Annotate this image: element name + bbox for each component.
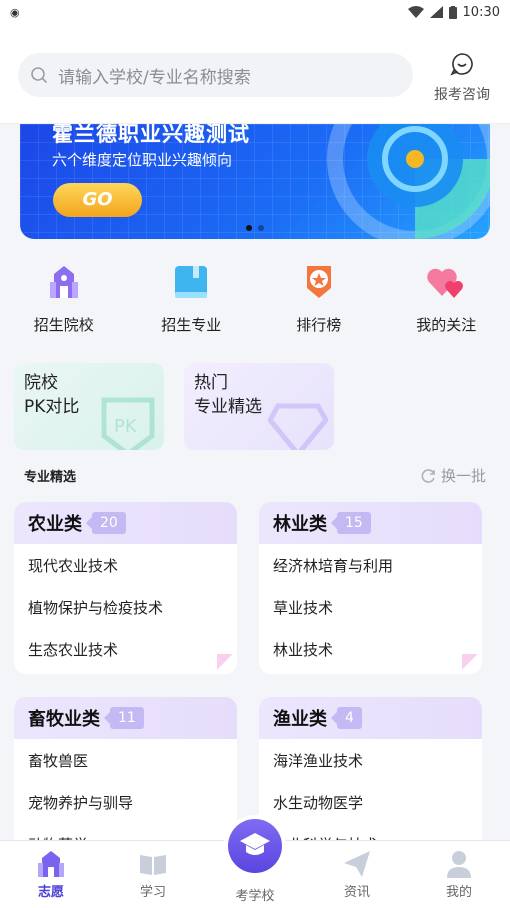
tab-label: 资讯: [343, 885, 370, 900]
banner-subtitle: 六个维度定位职业兴趣倾向: [52, 151, 233, 169]
banner-title: 霍兰德职业兴趣测试: [52, 124, 250, 146]
major-item[interactable]: 林业技术: [273, 636, 468, 674]
category-header: 农业类 20: [14, 502, 237, 544]
consult-button[interactable]: 报考咨询: [430, 52, 494, 104]
bottom-tab-bar: 志愿 学习 考学校 资讯 我的: [0, 819, 510, 908]
consult-label: 报考咨询: [434, 87, 490, 103]
major-item[interactable]: 海洋渔业技术: [273, 747, 468, 789]
banner-go-button[interactable]: GO: [53, 183, 142, 217]
tab-label: 我的: [445, 885, 472, 900]
refresh-icon: [421, 468, 435, 483]
quick-label: 我的关注: [416, 316, 477, 334]
corner-decoration: [462, 654, 478, 670]
top-bar: 请输入学校/专业名称搜索 报考咨询: [0, 24, 510, 124]
category-name: 渔业类: [273, 709, 327, 730]
pk-shield-icon: PK: [101, 397, 155, 450]
category-card[interactable]: 林业类 15 经济林培育与利用 草业技术 林业技术: [259, 502, 482, 674]
school-building-icon: [38, 851, 64, 877]
status-time: 10:30: [462, 4, 500, 20]
signal-icon: [429, 6, 443, 18]
page-dot-active[interactable]: [246, 225, 252, 231]
svg-text:PK: PK: [114, 416, 138, 437]
tab-study[interactable]: 学习: [102, 841, 204, 908]
major-item[interactable]: 水生动物医学: [273, 789, 468, 831]
category-count-badge: 20: [86, 512, 126, 534]
category-name: 农业类: [28, 514, 82, 535]
major-item[interactable]: 宠物养护与驯导: [28, 789, 223, 831]
tab-mine[interactable]: 我的: [408, 841, 510, 908]
school-icon: [49, 266, 78, 298]
tab-exam-school[interactable]: 考学校: [204, 819, 306, 908]
category-card[interactable]: 农业类 20 现代农业技术 植物保护与检疫技术 生态农业技术: [14, 502, 237, 674]
corner-decoration: [217, 654, 233, 670]
quick-nav: 招生院校 招生专业 排行榜 我的关注: [0, 262, 510, 344]
quick-item-schools[interactable]: 招生院校: [0, 262, 128, 344]
card-line1: 热门: [194, 373, 228, 393]
quick-label: 招生专业: [161, 316, 222, 334]
battery-icon: [448, 5, 457, 19]
major-item[interactable]: 植物保护与检疫技术: [28, 594, 223, 636]
hearts-icon: [427, 268, 464, 298]
category-count-badge: 11: [104, 707, 144, 729]
category-count-badge: 15: [331, 512, 371, 534]
diamond-icon: [268, 403, 328, 450]
ranking-medal-icon: [306, 266, 331, 298]
banner-pagination: [20, 225, 490, 231]
promo-banner[interactable]: 霍兰德职业兴趣测试 六个维度定位职业兴趣倾向 GO: [20, 124, 490, 239]
user-icon: [447, 851, 471, 878]
card-line1: 院校: [24, 373, 58, 393]
quick-item-follow[interactable]: 我的关注: [383, 262, 510, 344]
tab-volunteer[interactable]: 志愿: [0, 841, 102, 908]
app-notification-icon: ◉: [10, 5, 20, 19]
school-pk-card[interactable]: 院校 PK对比 PK: [14, 363, 164, 450]
category-header: 畜牧业类 11: [14, 697, 237, 739]
search-placeholder: 请输入学校/专业名称搜索: [58, 67, 251, 88]
page-dot[interactable]: [258, 225, 264, 231]
major-item[interactable]: 现代农业技术: [28, 552, 223, 594]
category-header: 林业类 15: [259, 502, 482, 544]
chat-bubble-icon: [450, 53, 473, 76]
tab-label: 学习: [139, 885, 166, 900]
center-tab-button[interactable]: [228, 819, 282, 873]
quick-item-majors[interactable]: 招生专业: [128, 262, 256, 344]
paper-plane-icon: [344, 851, 370, 877]
category-name: 畜牧业类: [28, 709, 100, 730]
quick-label: 招生院校: [33, 316, 94, 334]
refresh-label: 换一批: [440, 467, 486, 485]
tab-label: 考学校: [235, 889, 275, 904]
quick-item-ranking[interactable]: 排行榜: [255, 262, 383, 344]
tab-news[interactable]: 资讯: [306, 841, 408, 908]
search-icon: [31, 67, 48, 84]
wifi-icon: [407, 6, 424, 18]
tab-label: 志愿: [37, 885, 64, 900]
hot-majors-card[interactable]: 热门 专业精选: [184, 363, 334, 450]
search-input[interactable]: 请输入学校/专业名称搜索: [18, 53, 413, 97]
category-header: 渔业类 4: [259, 697, 482, 739]
major-item[interactable]: 畜牧兽医: [28, 747, 223, 789]
major-item[interactable]: 经济林培育与利用: [273, 552, 468, 594]
quick-label: 排行榜: [296, 316, 342, 334]
category-name: 林业类: [273, 514, 327, 535]
major-item[interactable]: 草业技术: [273, 594, 468, 636]
major-item[interactable]: 生态农业技术: [28, 636, 223, 674]
graduation-cap-icon: [240, 833, 270, 855]
category-count-badge: 4: [331, 707, 362, 729]
open-book-icon: [140, 855, 166, 875]
section-title: 专业精选: [24, 470, 77, 485]
radar-chart-graphic: [327, 124, 490, 239]
book-icon: [175, 266, 208, 298]
status-bar: ◉ 10:30: [0, 0, 510, 24]
refresh-button[interactable]: 换一批: [421, 465, 486, 486]
